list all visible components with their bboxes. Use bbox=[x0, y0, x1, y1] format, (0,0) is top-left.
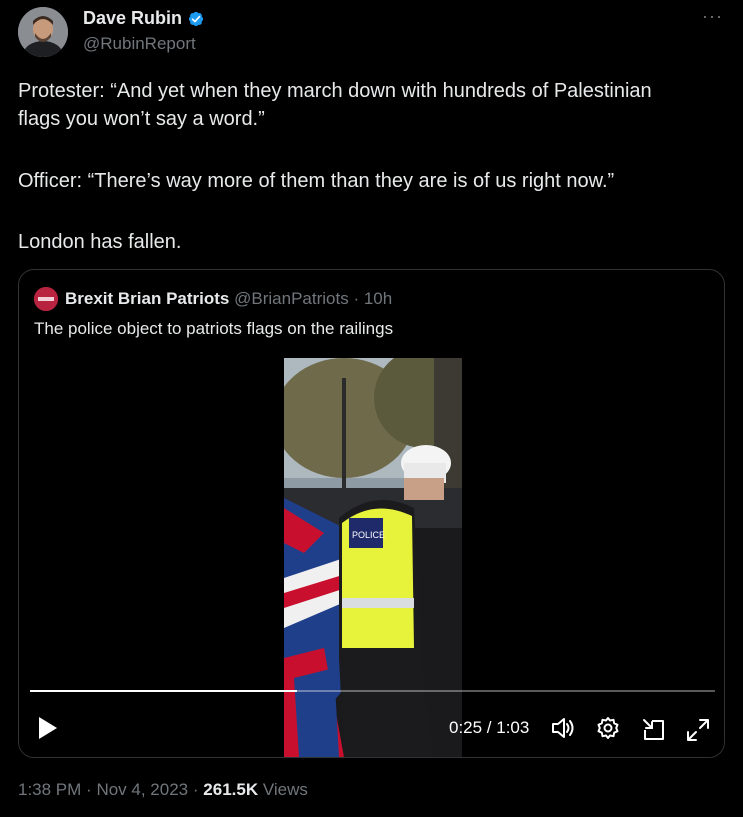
tweet-time[interactable]: 1:38 PM bbox=[18, 780, 81, 799]
verified-badge-icon[interactable] bbox=[186, 9, 206, 29]
view-count: 261.5K bbox=[203, 780, 259, 799]
more-options-icon[interactable]: ··· bbox=[702, 6, 723, 27]
tweet-text-line: London has fallen. bbox=[18, 231, 182, 253]
quoted-author-name[interactable]: Brexit Brian Patriots bbox=[65, 289, 229, 308]
views-label: Views bbox=[262, 780, 308, 799]
meta-separator: · bbox=[192, 780, 199, 799]
video-frame-image: POLICE bbox=[284, 358, 462, 757]
volume-icon[interactable] bbox=[550, 715, 576, 741]
quoted-author-avatar[interactable] bbox=[34, 287, 58, 311]
author-name-row: Dave Rubin bbox=[83, 8, 206, 29]
author-handle[interactable]: @RubinReport bbox=[83, 34, 196, 54]
quoted-avatar-image bbox=[34, 287, 58, 311]
quoted-tweet-card[interactable]: Brexit Brian Patriots @BrianPatriots · 1… bbox=[18, 269, 725, 758]
tweet-date[interactable]: Nov 4, 2023 bbox=[96, 780, 188, 799]
quoted-tweet-header: Brexit Brian Patriots @BrianPatriots · 1… bbox=[65, 289, 392, 309]
video-progress-fill bbox=[30, 690, 298, 692]
avatar-photo bbox=[18, 7, 68, 57]
settings-icon[interactable] bbox=[595, 715, 621, 741]
play-icon[interactable] bbox=[37, 715, 59, 741]
video-player[interactable]: POLICE 0:25 / 1:03 bbox=[19, 358, 724, 757]
author-avatar[interactable] bbox=[18, 7, 68, 57]
meta-separator: · bbox=[86, 780, 92, 799]
quoted-author-handle[interactable]: @BrianPatriots bbox=[234, 289, 349, 308]
quoted-separator: · bbox=[353, 289, 360, 308]
video-timecode: 0:25 / 1:03 bbox=[449, 718, 530, 737]
tweet-meta: 1:38 PM · Nov 4, 2023 · 261.5K Views bbox=[18, 780, 308, 800]
picture-in-picture-icon[interactable] bbox=[641, 717, 667, 743]
fullscreen-icon[interactable] bbox=[685, 717, 711, 743]
tweet-text-line: flags you won’t say a word.” bbox=[18, 108, 265, 130]
quoted-tweet-age[interactable]: 10h bbox=[364, 289, 392, 308]
author-name[interactable]: Dave Rubin bbox=[83, 8, 182, 29]
video-progress-bar[interactable] bbox=[30, 690, 715, 692]
tweet-text-line: Protester: “And yet when they march down… bbox=[18, 80, 652, 102]
video-frame: POLICE bbox=[284, 358, 462, 757]
tweet-text-line: Officer: “There’s way more of them than … bbox=[18, 170, 615, 192]
quoted-tweet-text: The police object to patriots flags on t… bbox=[34, 319, 394, 338]
svg-text:POLICE: POLICE bbox=[352, 530, 385, 540]
